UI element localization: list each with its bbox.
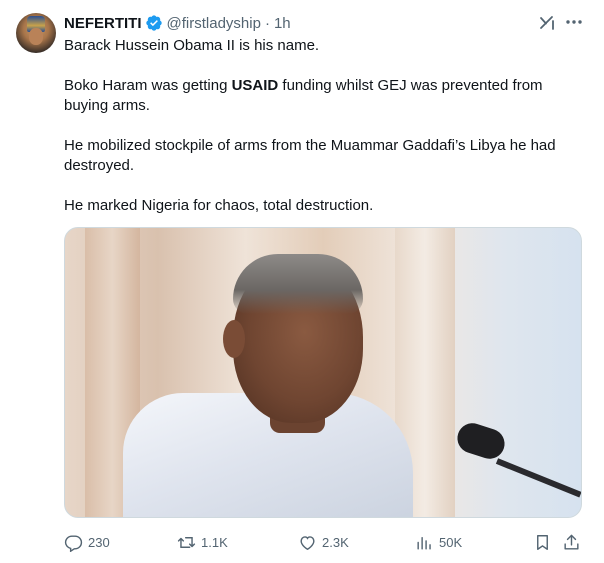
separator-dot: · bbox=[264, 14, 270, 32]
retweet-icon bbox=[177, 536, 196, 548]
photo-mic-arm bbox=[495, 458, 581, 498]
paragraph-3: He mobilized stockpile of arms from the … bbox=[64, 137, 556, 174]
paragraph-2-start: Boko Haram was getting bbox=[64, 77, 232, 94]
paragraph-4: He marked Nigeria for chaos, total destr… bbox=[64, 197, 374, 214]
share-icon bbox=[564, 534, 579, 550]
timestamp[interactable]: 1h bbox=[274, 15, 291, 32]
retweet-button[interactable]: 1.1K bbox=[177, 530, 228, 554]
avatar[interactable] bbox=[16, 13, 56, 53]
tweet: NEFERTITI @firstladyship · 1h Barack Hus… bbox=[0, 0, 604, 563]
like-button[interactable]: 2.3K bbox=[298, 530, 349, 554]
tweet-text: Barack Hussein Obama II is his name. Bok… bbox=[64, 36, 584, 236]
bookmark-icon bbox=[537, 534, 548, 550]
paragraph-2-bold: USAID bbox=[231, 77, 279, 94]
media-photo[interactable] bbox=[64, 227, 582, 518]
grok-icon[interactable] bbox=[537, 13, 557, 33]
bookmark-button[interactable] bbox=[533, 530, 552, 554]
reply-icon bbox=[64, 534, 83, 552]
more-icon[interactable] bbox=[564, 12, 584, 32]
retweet-count: 1.1K bbox=[201, 534, 228, 550]
photo-ear bbox=[223, 320, 245, 358]
paragraph-2: Boko Haram was getting USAID funding whi… bbox=[64, 76, 584, 116]
action-bar: 230 1.1K 2.3K 50K bbox=[64, 530, 584, 554]
display-name[interactable]: NEFERTITI bbox=[64, 15, 142, 32]
photo-hair bbox=[233, 254, 363, 314]
views-button[interactable]: 50K bbox=[415, 530, 462, 554]
paragraph-1: Barack Hussein Obama II is his name. bbox=[64, 37, 320, 54]
like-count: 2.3K bbox=[322, 534, 349, 550]
handle[interactable]: @firstladyship bbox=[167, 15, 261, 32]
heart-icon bbox=[300, 535, 315, 550]
share-button[interactable] bbox=[562, 530, 581, 554]
avatar-face bbox=[29, 28, 43, 45]
reply-count: 230 bbox=[88, 534, 110, 550]
views-count: 50K bbox=[439, 534, 463, 550]
tweet-header: NEFERTITI @firstladyship · 1h bbox=[64, 13, 291, 33]
photo-microphone bbox=[453, 419, 509, 463]
verified-badge-icon[interactable] bbox=[145, 14, 163, 32]
reply-button[interactable]: 230 bbox=[64, 530, 110, 554]
views-icon bbox=[417, 536, 431, 550]
